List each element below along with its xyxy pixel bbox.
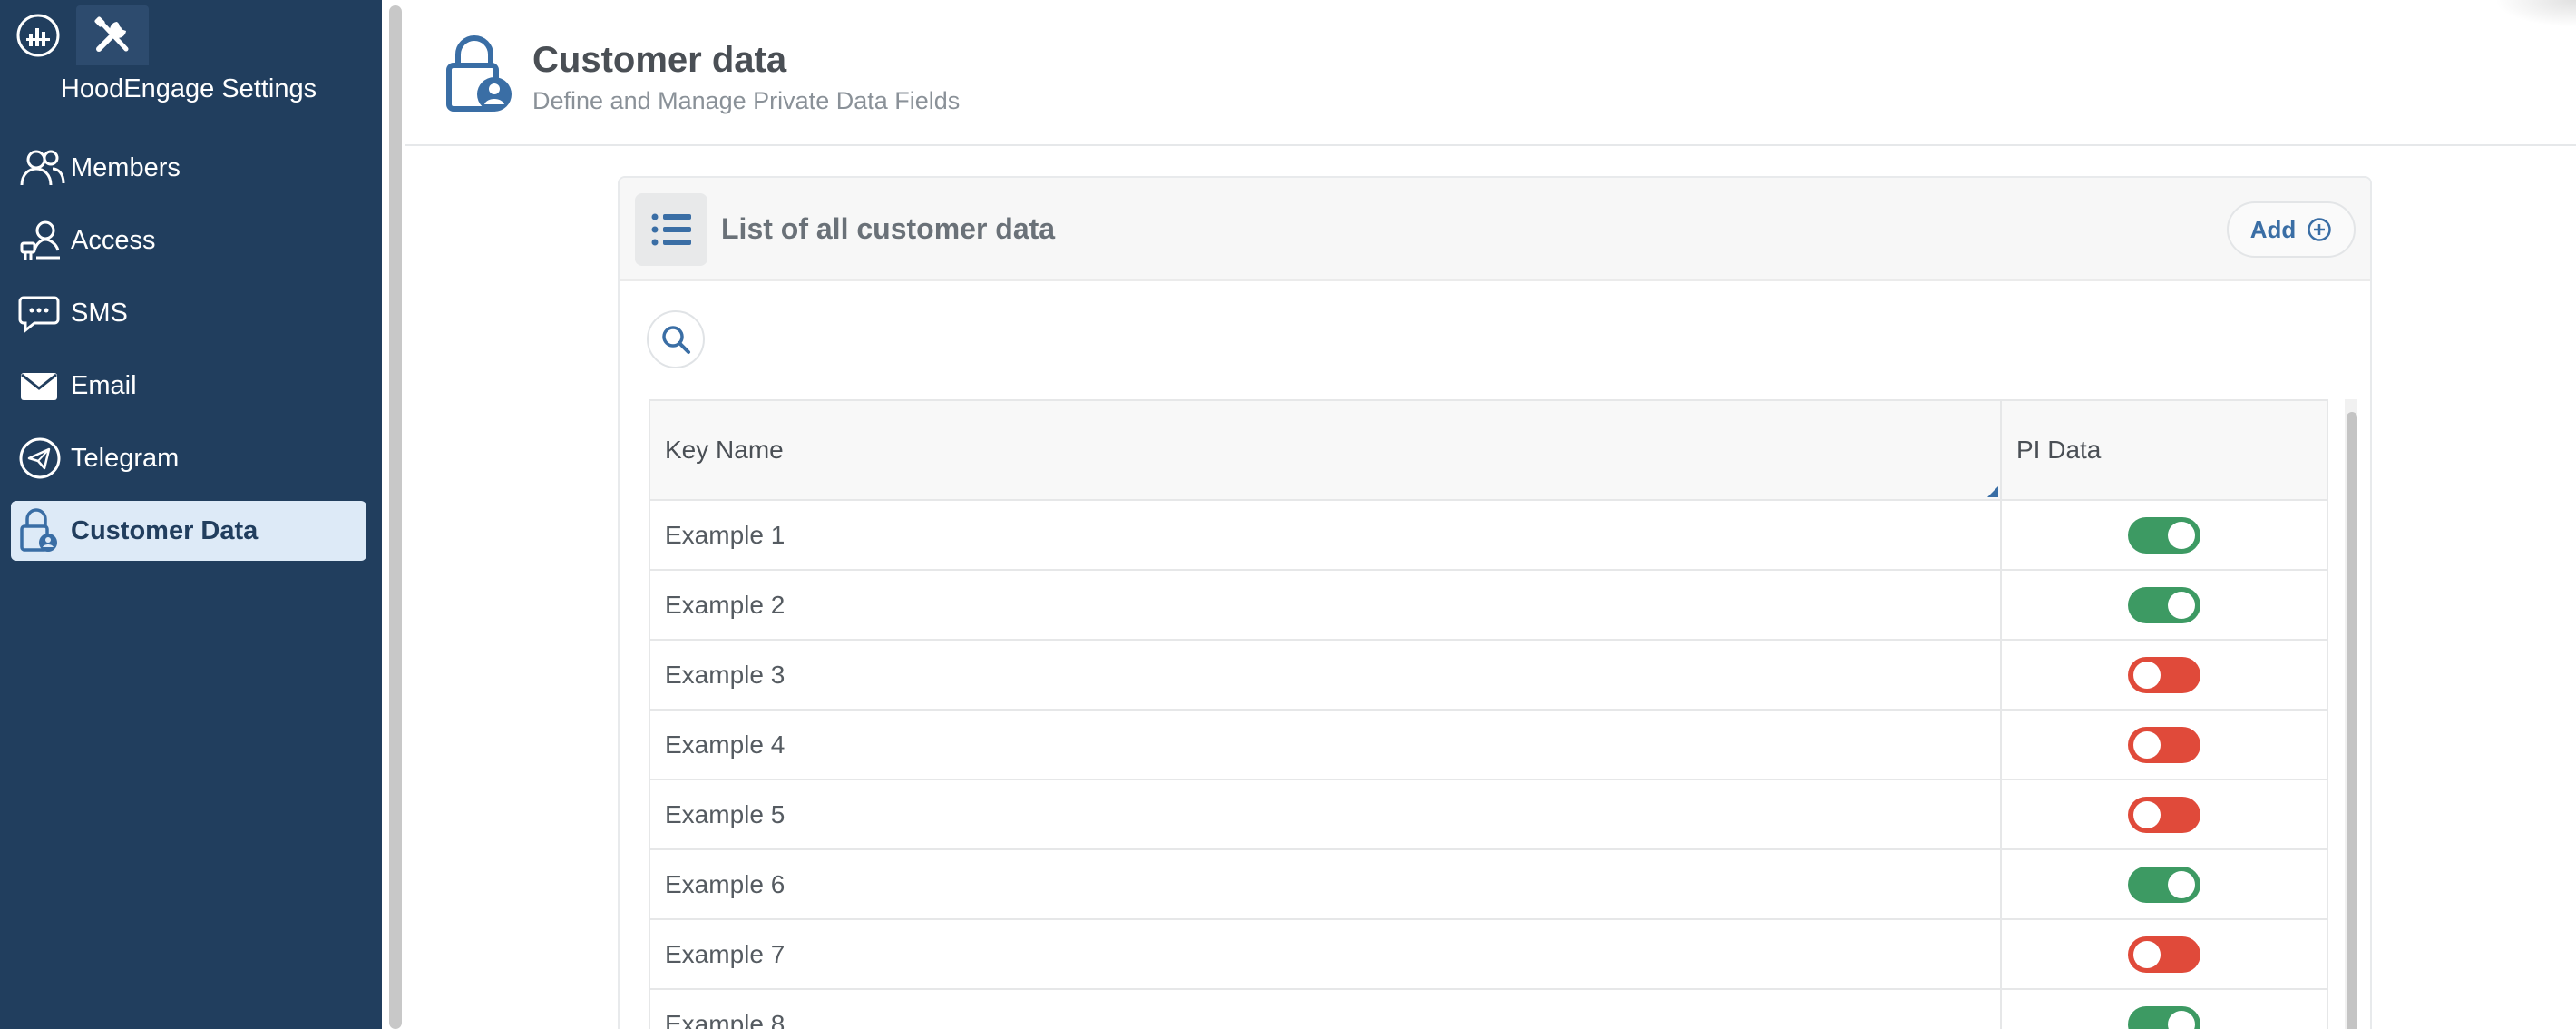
pi-data-cell — [2000, 709, 2328, 780]
pi-data-toggle[interactable] — [2128, 1005, 2200, 1029]
table-header-row: Key Name PI Data — [649, 399, 2328, 501]
column-header-label: Key Name — [665, 436, 784, 464]
sidebar-item-email[interactable]: Email — [11, 356, 366, 416]
pi-data-cell — [2000, 779, 2328, 850]
sms-icon — [18, 290, 71, 336]
add-button-label: Add — [2249, 215, 2297, 243]
table-row: Example 5 — [649, 779, 2328, 850]
column-header-label: PI Data — [2016, 436, 2102, 464]
pi-data-toggle[interactable] — [2128, 796, 2200, 833]
sidebar-item-sms[interactable]: SMS — [11, 283, 366, 343]
sidebar-item-label: Access — [71, 225, 156, 255]
sidebar-item-customer-data[interactable]: Customer Data — [11, 501, 366, 561]
sidebar-item-label: Members — [71, 152, 181, 182]
table-scrollbar[interactable] — [2345, 399, 2357, 1029]
table-row: Example 3 — [649, 639, 2328, 710]
page-title: Customer data — [532, 40, 787, 80]
pi-data-cell — [2000, 988, 2328, 1029]
key-name-cell: Example 4 — [649, 709, 2002, 780]
customer-data-table-wrap: Key Name PI Data Example 1 Example 2 Exa… — [649, 399, 2357, 1029]
pi-data-toggle[interactable] — [2128, 936, 2200, 973]
key-name-cell: Example 3 — [649, 639, 2002, 710]
table-row: Example 4 — [649, 709, 2328, 780]
key-name-cell: Example 2 — [649, 569, 2002, 641]
list-icon — [651, 213, 691, 246]
key-name-cell: Example 8 — [649, 988, 2002, 1029]
sidebar-item-access[interactable]: Access — [11, 211, 366, 270]
key-name-cell: Example 6 — [649, 848, 2002, 920]
pi-data-cell — [2000, 569, 2328, 641]
list-icon-box — [635, 193, 707, 266]
sidebar-item-label: SMS — [71, 298, 128, 328]
key-name-cell: Example 1 — [649, 499, 2002, 571]
table-row: Example 8 — [649, 988, 2328, 1029]
customer-data-card: List of all customer data Add Key Name P… — [618, 176, 2372, 1029]
table-scrollbar-thumb[interactable] — [2347, 412, 2357, 1029]
page-subtitle: Define and Manage Private Data Fields — [532, 87, 961, 114]
sidebar-title: HoodEngage Settings — [60, 74, 317, 103]
access-icon — [18, 218, 71, 263]
pi-data-toggle[interactable] — [2128, 516, 2200, 554]
column-header-pi-data[interactable]: PI Data — [2000, 399, 2328, 501]
pi-data-toggle[interactable] — [2128, 656, 2200, 693]
sidebar-scrollbar[interactable] — [382, 0, 405, 1029]
add-button[interactable]: Add — [2227, 201, 2356, 258]
customer-data-table: Key Name PI Data Example 1 Example 2 Exa… — [649, 399, 2328, 1029]
members-icon — [18, 145, 71, 191]
sidebar: HoodEngage Settings Members Access SMS E… — [0, 0, 382, 1029]
search-icon — [662, 326, 690, 354]
column-resize-handle[interactable] — [1987, 486, 1998, 497]
key-name-cell: Example 7 — [649, 918, 2002, 990]
tools-icon — [94, 16, 129, 52]
top-tab-settings[interactable] — [76, 5, 149, 65]
pi-data-cell — [2000, 499, 2328, 571]
table-row: Example 1 — [649, 499, 2328, 571]
customer-data-lock-icon — [18, 508, 71, 554]
card-title: List of all customer data — [721, 212, 1056, 245]
page-header: Customer data Define and Manage Private … — [405, 0, 2576, 146]
pi-data-cell — [2000, 639, 2328, 710]
lock-user-icon — [442, 33, 514, 119]
column-header-key-name[interactable]: Key Name — [649, 399, 2002, 501]
plus-circle-icon — [2308, 218, 2332, 241]
pi-data-cell — [2000, 918, 2328, 990]
sidebar-item-label: Telegram — [71, 443, 180, 473]
sidebar-item-members[interactable]: Members — [11, 138, 366, 198]
pi-data-toggle[interactable] — [2128, 726, 2200, 763]
sidebar-scrollbar-thumb[interactable] — [389, 5, 402, 1029]
email-icon — [18, 363, 71, 408]
corner-shadow — [2494, 0, 2576, 27]
sidebar-nav: Members Access SMS Email Telegram Custom… — [11, 138, 366, 573]
pi-data-toggle[interactable] — [2128, 866, 2200, 903]
sidebar-item-telegram[interactable]: Telegram — [11, 428, 366, 488]
pi-data-toggle[interactable] — [2128, 586, 2200, 623]
sidebar-top-tabs — [0, 0, 382, 65]
top-tab-analytics[interactable] — [2, 5, 74, 65]
search-button[interactable] — [647, 310, 705, 368]
key-name-cell: Example 5 — [649, 779, 2002, 850]
table-row: Example 7 — [649, 918, 2328, 990]
sidebar-item-label: Customer Data — [71, 515, 259, 545]
table-row: Example 6 — [649, 848, 2328, 920]
pi-data-cell — [2000, 848, 2328, 920]
analytics-logo-icon — [16, 14, 60, 57]
sidebar-item-label: Email — [71, 370, 137, 400]
telegram-icon — [18, 436, 71, 481]
card-header: List of all customer data Add — [620, 178, 2370, 281]
table-row: Example 2 — [649, 569, 2328, 641]
